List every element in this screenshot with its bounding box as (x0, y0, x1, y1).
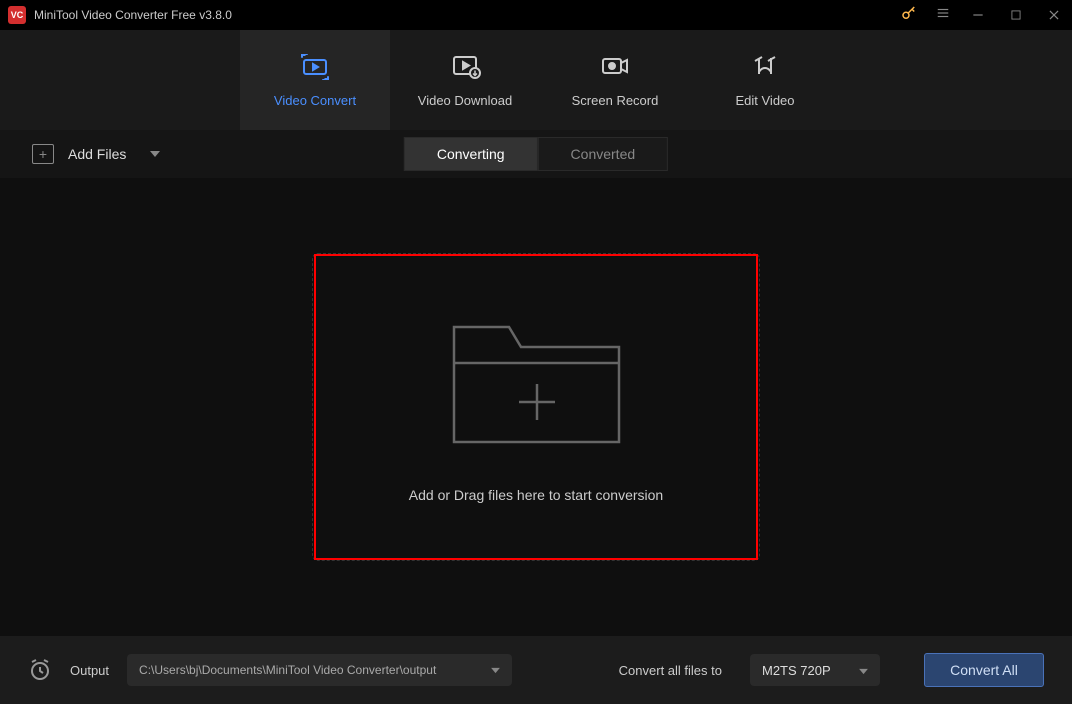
folder-plus-icon (449, 312, 624, 457)
tab-video-download[interactable]: Video Download (390, 30, 540, 130)
convert-all-label: Convert all files to (619, 663, 722, 678)
titlebar-left: VC MiniTool Video Converter Free v3.8.0 (8, 6, 900, 24)
add-file-icon: + (32, 144, 54, 164)
content-area: Add or Drag files here to start conversi… (0, 178, 1072, 636)
close-button[interactable] (1044, 5, 1064, 25)
dropzone-text: Add or Drag files here to start conversi… (409, 487, 663, 503)
main-tabs: Video Convert Video Download Screen Reco… (0, 30, 1072, 130)
maximize-button[interactable] (1006, 5, 1026, 25)
chevron-down-icon (150, 149, 160, 159)
output-label: Output (70, 663, 109, 678)
toolbar: + Add Files Converting Converted (0, 130, 1072, 178)
tab-label: Video Convert (274, 93, 356, 108)
add-files-label: Add Files (68, 146, 126, 162)
edit-video-icon (749, 53, 781, 81)
bottombar: Output C:\Users\bj\Documents\MiniTool Vi… (0, 636, 1072, 704)
tab-video-convert[interactable]: Video Convert (240, 30, 390, 130)
minimize-button[interactable] (968, 5, 988, 25)
tab-converting[interactable]: Converting (404, 137, 538, 171)
tab-screen-record[interactable]: Screen Record (540, 30, 690, 130)
add-files-button[interactable]: + Add Files (32, 144, 160, 164)
screen-record-icon (599, 53, 631, 81)
tab-edit-video[interactable]: Edit Video (690, 30, 840, 130)
clock-icon[interactable] (28, 658, 52, 682)
app-icon: VC (8, 6, 26, 24)
output-path-text: C:\Users\bj\Documents\MiniTool Video Con… (139, 663, 436, 677)
chevron-down-icon (491, 663, 500, 677)
menu-icon[interactable] (936, 6, 950, 25)
format-selected-text: M2TS 720P (762, 663, 831, 678)
convert-all-button[interactable]: Convert All (924, 653, 1044, 687)
status-tabs: Converting Converted (404, 137, 668, 171)
key-icon[interactable] (900, 4, 918, 27)
tab-converted[interactable]: Converted (538, 137, 669, 171)
page-title: MiniTool Video Converter Free v3.8.0 (34, 8, 232, 22)
titlebar-controls (900, 4, 1064, 27)
dropzone[interactable]: Add or Drag files here to start conversi… (314, 254, 758, 560)
video-download-icon (449, 53, 481, 81)
output-path-select[interactable]: C:\Users\bj\Documents\MiniTool Video Con… (127, 654, 512, 686)
tab-label: Video Download (418, 93, 512, 108)
tab-label: Edit Video (735, 93, 794, 108)
video-convert-icon (299, 53, 331, 81)
tab-label: Screen Record (572, 93, 659, 108)
format-select[interactable]: M2TS 720P (750, 654, 880, 686)
chevron-down-icon (859, 663, 868, 678)
titlebar: VC MiniTool Video Converter Free v3.8.0 (0, 0, 1072, 30)
